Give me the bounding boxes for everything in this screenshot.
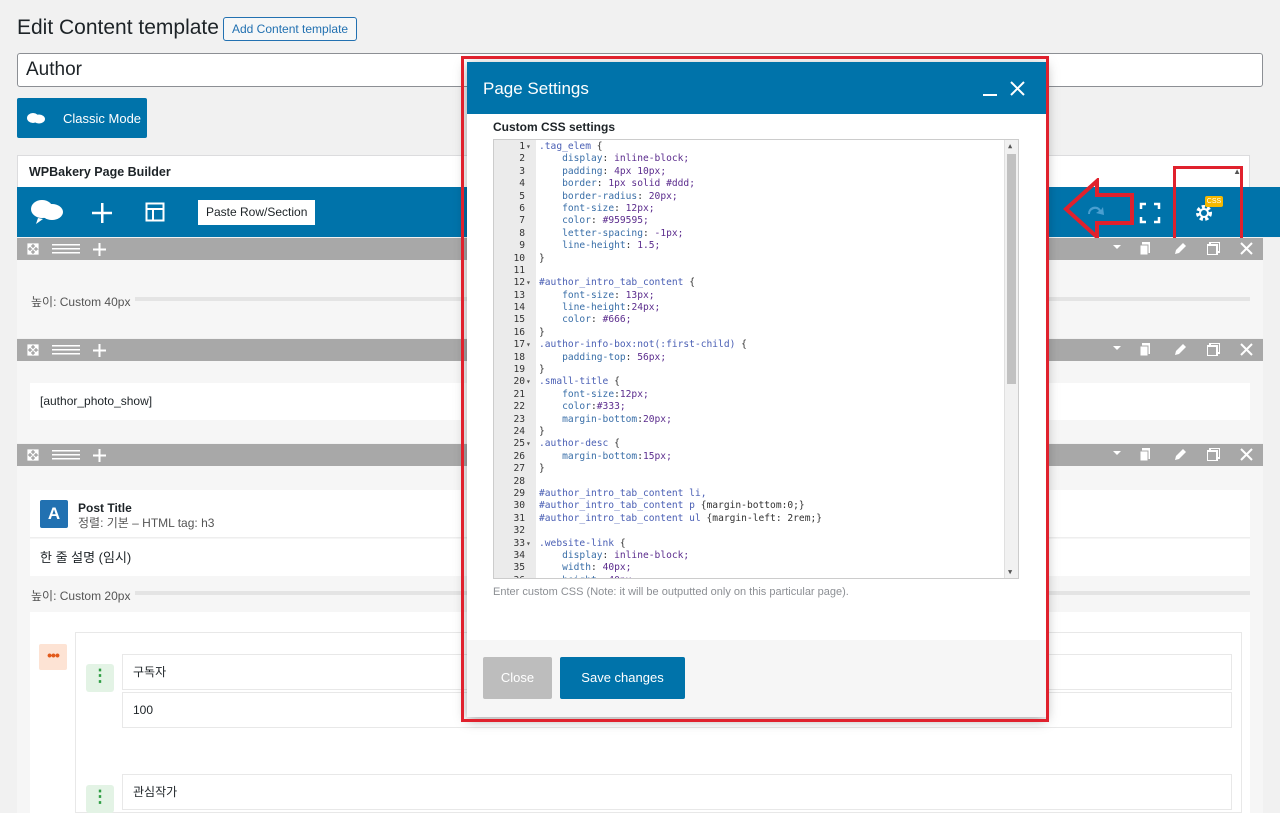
wpb-panel-title: WPBakery Page Builder	[29, 165, 171, 179]
text-element-icon: A	[40, 500, 68, 528]
delete-icon[interactable]	[1240, 242, 1253, 255]
fullscreen-icon[interactable]	[1139, 202, 1161, 224]
spacer-label: 높이: Custom 40px	[31, 295, 131, 309]
add-element-icon[interactable]	[91, 202, 113, 224]
wpb-logo-icon[interactable]	[30, 198, 64, 224]
templates-icon[interactable]	[145, 202, 165, 222]
edit-icon[interactable]	[1174, 343, 1187, 356]
edit-icon[interactable]	[1174, 242, 1187, 255]
row-layout-icon[interactable]	[50, 444, 82, 466]
more-options-icon[interactable]: •••	[39, 644, 67, 670]
delete-icon[interactable]	[1240, 448, 1253, 461]
row-layout-icon[interactable]	[50, 238, 82, 260]
paste-row-button[interactable]: Paste Row/Section	[198, 200, 316, 225]
move-row-icon[interactable]	[17, 444, 49, 466]
chevron-down-icon[interactable]	[1112, 242, 1122, 252]
add-column-icon[interactable]	[83, 339, 115, 361]
clone-icon[interactable]	[1207, 448, 1220, 461]
classic-mode-button[interactable]: Classic Mode	[17, 98, 147, 138]
copy-icon[interactable]	[1140, 343, 1152, 356]
post-title-label: Post Title	[78, 501, 132, 515]
copy-icon[interactable]	[1140, 242, 1152, 255]
drag-handle-icon[interactable]: ⋮	[86, 785, 114, 813]
move-row-icon[interactable]	[17, 238, 49, 260]
row-layout-icon[interactable]	[50, 339, 82, 361]
delete-icon[interactable]	[1240, 343, 1253, 356]
copy-icon[interactable]	[1140, 448, 1152, 461]
css-settings-highlight	[1173, 166, 1243, 248]
spacer-label: 높이: Custom 20px	[31, 589, 131, 603]
edit-icon[interactable]	[1174, 448, 1187, 461]
modal-highlight	[461, 56, 1049, 722]
move-row-icon[interactable]	[17, 339, 49, 361]
add-column-icon[interactable]	[83, 238, 115, 260]
chevron-down-icon[interactable]	[1112, 343, 1122, 353]
field-label[interactable]: 관심작가	[122, 774, 1232, 810]
clone-icon[interactable]	[1207, 242, 1220, 255]
clone-icon[interactable]	[1207, 343, 1220, 356]
classic-mode-label: Classic Mode	[63, 110, 142, 126]
page-title: Edit Content template	[17, 16, 219, 39]
drag-handle-icon[interactable]: ⋮	[86, 664, 114, 692]
wpb-logo-icon	[27, 113, 45, 124]
chevron-down-icon[interactable]	[1112, 448, 1122, 458]
add-content-template-button[interactable]: Add Content template	[223, 17, 358, 41]
annotation-arrow-icon	[1063, 178, 1134, 240]
post-title-meta: 정렬: 기본 – HTML tag: h3	[78, 516, 215, 530]
add-column-icon[interactable]	[83, 444, 115, 466]
